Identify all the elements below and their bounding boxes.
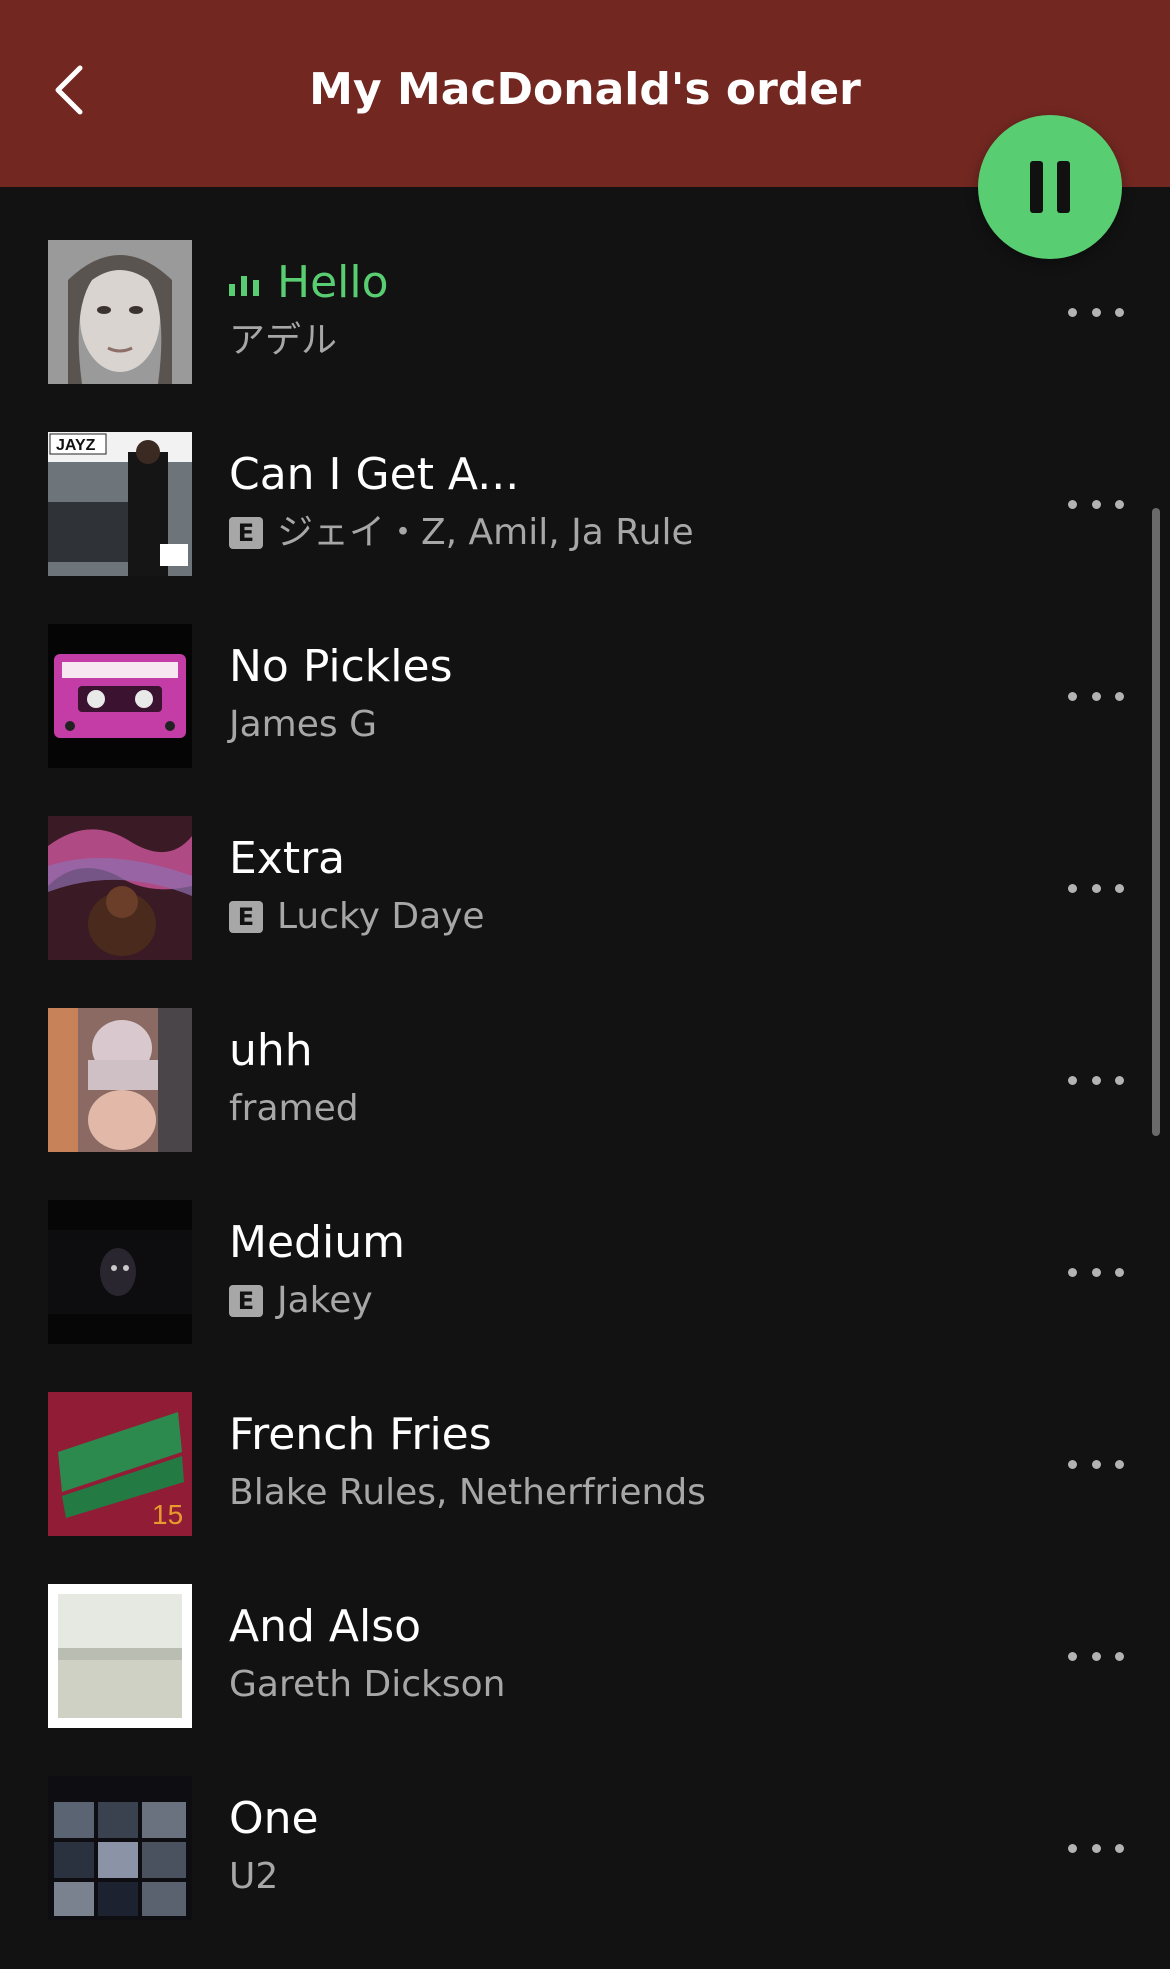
track-title-text: And Also — [229, 1601, 422, 1652]
track-artist: U2 — [229, 1853, 278, 1901]
track-title: uhh — [229, 1023, 313, 1079]
track-artist-text: U2 — [229, 1856, 279, 1897]
album-art — [48, 1200, 192, 1344]
pause-icon — [1030, 161, 1070, 213]
more-dot-icon — [1068, 307, 1077, 317]
track-artist-text: Blake Rules, Netherfriends — [229, 1472, 706, 1513]
more-dot-icon — [1091, 1459, 1101, 1469]
more-dot-icon — [1115, 691, 1124, 701]
more-dot-icon — [1091, 1651, 1101, 1661]
track-artist-text: Jakey — [277, 1280, 373, 1321]
track-title-text: Extra — [229, 833, 346, 884]
album-art — [48, 240, 192, 384]
track-row[interactable]: Medium E Jakey — [0, 1147, 1170, 1344]
track-artist-text: ジェイ・Z, Amil, Ja Rule — [277, 512, 694, 553]
more-dot-icon — [1068, 1267, 1077, 1277]
track-title-text: Hello — [277, 257, 389, 308]
track-artist-text: framed — [229, 1088, 359, 1129]
more-options-button[interactable] — [1068, 479, 1124, 529]
more-dot-icon — [1115, 1459, 1124, 1469]
track-artist: E ジェイ・Z, Amil, Ja Rule — [229, 509, 694, 557]
track-title-text: French Fries — [229, 1409, 492, 1460]
track-title-text: One — [229, 1793, 319, 1844]
track-artist: James G — [229, 701, 377, 749]
more-dot-icon — [1091, 883, 1101, 893]
more-dot-icon — [1068, 1843, 1077, 1853]
track-title-text: uhh — [229, 1025, 313, 1076]
album-art — [48, 1776, 192, 1920]
page-title: My MacDonald's order — [309, 64, 861, 115]
album-art — [48, 1008, 192, 1152]
more-dot-icon — [1091, 307, 1101, 317]
track-row[interactable]: Extra E Lucky Daye — [0, 763, 1170, 960]
track-row[interactable]: And Also Gareth Dickson — [0, 1531, 1170, 1728]
track-artist: Gareth Dickson — [229, 1661, 505, 1709]
svg-text:15: 15 — [152, 1499, 183, 1530]
track-title: Medium — [229, 1215, 405, 1271]
more-dot-icon — [1115, 1267, 1124, 1277]
more-dot-icon — [1091, 499, 1101, 509]
track-row[interactable]: 15 French Fries Blake Rules, Netherfrien… — [0, 1339, 1170, 1536]
now-playing-equalizer-icon — [229, 276, 259, 296]
track-row[interactable]: uhh framed — [0, 955, 1170, 1152]
more-dot-icon — [1068, 1075, 1077, 1085]
more-dot-icon — [1115, 499, 1124, 509]
more-options-button[interactable] — [1068, 287, 1124, 337]
track-title-text: No Pickles — [229, 641, 453, 692]
explicit-badge: E — [229, 517, 263, 549]
more-options-button[interactable] — [1068, 863, 1124, 913]
explicit-badge: E — [229, 1285, 263, 1317]
more-dot-icon — [1068, 1459, 1077, 1469]
more-dot-icon — [1068, 499, 1077, 509]
more-options-button[interactable] — [1068, 1055, 1124, 1105]
track-row[interactable]: JAYZ Can I Get A... E ジェイ・Z, Amil, Ja Ru… — [0, 379, 1170, 576]
track-artist-text: Gareth Dickson — [229, 1664, 506, 1705]
more-dot-icon — [1115, 883, 1124, 893]
track-title-text: Medium — [229, 1217, 405, 1268]
track-title: Can I Get A... — [229, 447, 519, 503]
more-options-button[interactable] — [1068, 671, 1124, 721]
more-dot-icon — [1091, 691, 1101, 701]
track-row[interactable]: One U2 — [0, 1723, 1170, 1920]
more-dot-icon — [1115, 1651, 1124, 1661]
more-options-button[interactable] — [1068, 1439, 1124, 1489]
more-options-button[interactable] — [1068, 1631, 1124, 1681]
track-artist: E Lucky Daye — [229, 893, 485, 941]
pause-button[interactable] — [978, 115, 1122, 259]
more-dot-icon — [1115, 1843, 1124, 1853]
track-row[interactable]: No Pickles James G — [0, 571, 1170, 768]
more-options-button[interactable] — [1068, 1823, 1124, 1873]
explicit-badge: E — [229, 901, 263, 933]
track-artist-text: James G — [229, 704, 377, 745]
album-art: 15 — [48, 1392, 192, 1536]
track-artist-text: Lucky Daye — [277, 896, 485, 937]
album-art — [48, 624, 192, 768]
more-dot-icon — [1115, 1075, 1124, 1085]
album-art — [48, 816, 192, 960]
more-dot-icon — [1091, 1075, 1101, 1085]
more-dot-icon — [1091, 1843, 1101, 1853]
track-title: Extra — [229, 831, 345, 887]
track-title: French Fries — [229, 1407, 492, 1463]
more-dot-icon — [1068, 883, 1077, 893]
more-dot-icon — [1091, 1267, 1101, 1277]
svg-text:JAYZ: JAYZ — [56, 437, 96, 454]
track-artist: E Jakey — [229, 1277, 373, 1325]
track-title: Hello — [229, 255, 389, 311]
album-art: JAYZ — [48, 432, 192, 576]
track-title: And Also — [229, 1599, 421, 1655]
track-artist: アデル — [229, 317, 337, 365]
more-dot-icon — [1068, 1651, 1077, 1661]
more-options-button[interactable] — [1068, 1247, 1124, 1297]
track-artist-text: アデル — [229, 320, 338, 361]
track-artist: framed — [229, 1085, 359, 1133]
more-dot-icon — [1068, 691, 1077, 701]
track-artist: Blake Rules, Netherfriends — [229, 1469, 706, 1517]
track-title: No Pickles — [229, 639, 453, 695]
more-dot-icon — [1115, 307, 1124, 317]
track-title: One — [229, 1791, 319, 1847]
album-art — [48, 1584, 192, 1728]
track-title-text: Can I Get A... — [229, 449, 520, 500]
